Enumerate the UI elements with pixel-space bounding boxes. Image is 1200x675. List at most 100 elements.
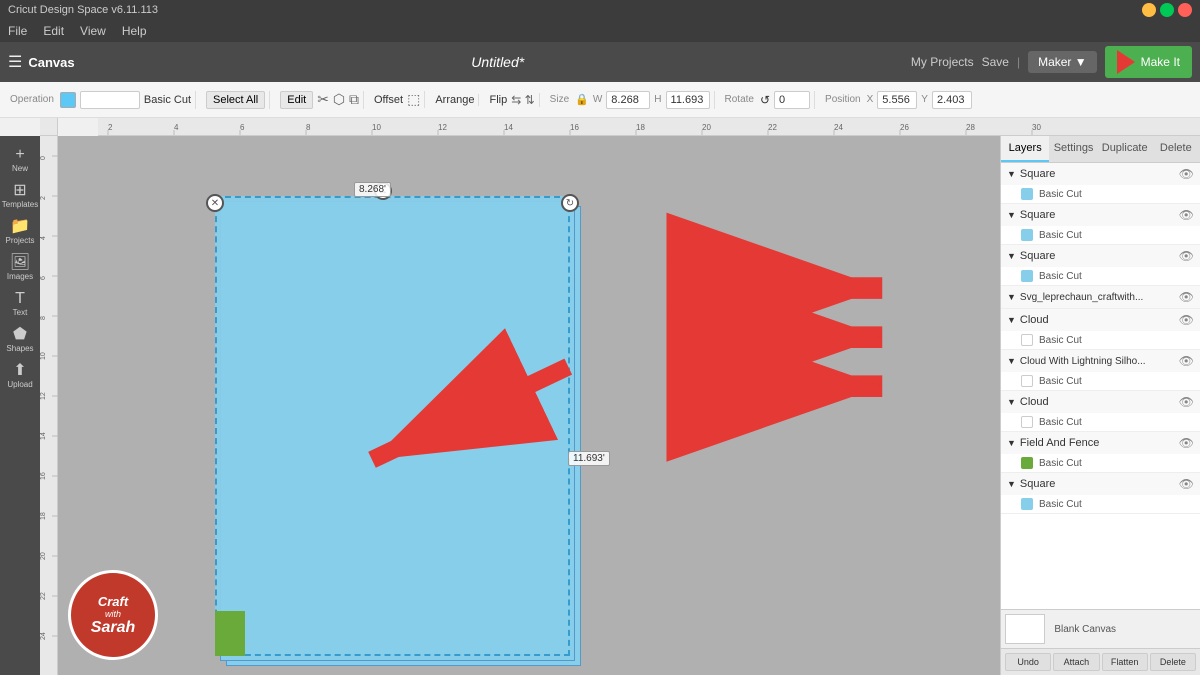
layer-arrow-4: ▼: [1007, 292, 1016, 302]
layer-header-9[interactable]: ▼ Square 👁: [1001, 473, 1200, 495]
menu-file[interactable]: File: [8, 24, 27, 38]
tab-layers[interactable]: Layers: [1001, 136, 1049, 162]
shapes-button[interactable]: ⬟ Shapes: [4, 324, 36, 356]
new-button[interactable]: + New: [4, 144, 36, 176]
layer-eye-3[interactable]: 👁: [1179, 249, 1194, 263]
close-button[interactable]: [1178, 3, 1192, 17]
position-label: Position: [825, 94, 861, 105]
flatten-button[interactable]: Flatten: [1102, 653, 1148, 671]
operation-input[interactable]: [80, 91, 140, 109]
color-swatch[interactable]: [60, 92, 76, 108]
svg-text:20: 20: [40, 552, 47, 560]
x-input[interactable]: [877, 91, 917, 109]
layer-item-name-1-1: Basic Cut: [1039, 189, 1082, 200]
my-projects-link[interactable]: My Projects: [911, 55, 974, 69]
layer-arrow-5: ▼: [1007, 315, 1016, 325]
images-button[interactable]: 🖼 Images: [4, 252, 36, 284]
templates-button[interactable]: ⊞ Templates: [4, 180, 36, 212]
maker-button[interactable]: Maker ▼: [1028, 51, 1097, 73]
svg-text:22: 22: [768, 123, 777, 132]
svg-text:12: 12: [438, 123, 447, 132]
layer-header-6[interactable]: ▼ Cloud With Lightning Silho... 👁: [1001, 350, 1200, 372]
menu-help[interactable]: Help: [122, 24, 147, 38]
layer-name-9: Square: [1020, 478, 1179, 490]
maximize-button[interactable]: [1160, 3, 1174, 17]
left-sidebar: + New ⊞ Templates 📁 Projects 🖼 Images T …: [0, 136, 40, 675]
tab-delete[interactable]: Delete: [1152, 136, 1200, 162]
menu-edit[interactable]: Edit: [43, 24, 64, 38]
svg-text:12: 12: [40, 392, 47, 400]
layer-item-5-1[interactable]: Basic Cut: [1001, 331, 1200, 349]
horizontal-ruler: 24681012141618202224262830: [98, 118, 1200, 136]
layer-item-9-1[interactable]: Basic Cut: [1001, 495, 1200, 513]
layer-arrow-7: ▼: [1007, 397, 1016, 407]
y-input[interactable]: [932, 91, 972, 109]
tab-settings[interactable]: Settings: [1049, 136, 1097, 162]
layer-item-6-1[interactable]: Basic Cut: [1001, 372, 1200, 390]
height-input[interactable]: [666, 91, 710, 109]
hamburger-icon[interactable]: ☰: [8, 52, 22, 72]
layer-item-8-1[interactable]: Basic Cut: [1001, 454, 1200, 472]
layer-eye-9[interactable]: 👁: [1179, 477, 1194, 491]
width-input[interactable]: [606, 91, 650, 109]
rotate-input[interactable]: [774, 91, 810, 109]
layer-color-9-1: [1021, 498, 1033, 510]
ruler-row: 24681012141618202224262830: [40, 118, 1200, 136]
layer-header-4[interactable]: ▼ Svg_leprechaun_craftwith... 👁: [1001, 286, 1200, 308]
layer-eye-6[interactable]: 👁: [1179, 354, 1194, 368]
canvas-content[interactable]: ✕ ↻ 🔒 ⤡ ↔ 8.268' 11.693': [58, 136, 1000, 675]
w-label: W: [593, 94, 602, 105]
menu-view[interactable]: View: [80, 24, 106, 38]
svg-text:24: 24: [40, 632, 47, 640]
layer-header-2[interactable]: ▼ Square 👁: [1001, 204, 1200, 226]
layer-item-1-1[interactable]: Basic Cut: [1001, 185, 1200, 203]
layer-header-7[interactable]: ▼ Cloud 👁: [1001, 391, 1200, 413]
layer-item-name-8-1: Basic Cut: [1039, 458, 1082, 469]
layer-eye-8[interactable]: 👁: [1179, 436, 1194, 450]
close-handle[interactable]: ✕: [206, 194, 224, 212]
delete-button[interactable]: Delete: [1150, 653, 1196, 671]
layer-group-3: ▼ Square 👁 Basic Cut: [1001, 245, 1200, 286]
make-it-button[interactable]: Make It: [1105, 46, 1192, 78]
layer-item-2-1[interactable]: Basic Cut: [1001, 226, 1200, 244]
watermark-line1: Craft: [98, 594, 128, 609]
edit-button[interactable]: Edit: [280, 91, 313, 109]
attach-button[interactable]: Attach: [1053, 653, 1099, 671]
layer-item-7-1[interactable]: Basic Cut: [1001, 413, 1200, 431]
layer-header-8[interactable]: ▼ Field And Fence 👁: [1001, 432, 1200, 454]
layer-arrow-1: ▼: [1007, 169, 1016, 179]
select-all-button[interactable]: Select All: [206, 91, 265, 109]
make-it-icon: [1117, 50, 1135, 74]
layer-header-3[interactable]: ▼ Square 👁: [1001, 245, 1200, 267]
right-panel: Layers Settings Duplicate Delete ▼ Squar…: [1000, 136, 1200, 675]
position-group: Position X Y: [821, 91, 976, 109]
panel-bottom: Blank Canvas: [1001, 609, 1200, 648]
text-button[interactable]: T Text: [4, 288, 36, 320]
green-rect[interactable]: [215, 611, 245, 656]
layer-item-name-7-1: Basic Cut: [1039, 417, 1082, 428]
layer-header-5[interactable]: ▼ Cloud 👁: [1001, 309, 1200, 331]
svg-text:14: 14: [504, 123, 513, 132]
layer-item-3-1[interactable]: Basic Cut: [1001, 267, 1200, 285]
layer-eye-1[interactable]: 👁: [1179, 167, 1194, 181]
save-button[interactable]: Save: [982, 55, 1009, 69]
layer-group-7: ▼ Cloud 👁 Basic Cut: [1001, 391, 1200, 432]
svg-text:2: 2: [108, 123, 113, 132]
canvas-square-3[interactable]: [215, 196, 570, 656]
layer-name-3: Square: [1020, 250, 1179, 262]
minimize-button[interactable]: [1142, 3, 1156, 17]
layer-arrow-3: ▼: [1007, 251, 1016, 261]
watermark-line2: with: [105, 609, 121, 619]
layer-eye-7[interactable]: 👁: [1179, 395, 1194, 409]
layer-eye-5[interactable]: 👁: [1179, 313, 1194, 327]
layer-eye-2[interactable]: 👁: [1179, 208, 1194, 222]
logo-area: ☰ Canvas: [8, 52, 75, 72]
layer-header-1[interactable]: ▼ Square 👁: [1001, 163, 1200, 185]
projects-button[interactable]: 📁 Projects: [4, 216, 36, 248]
layer-eye-4[interactable]: 👁: [1179, 290, 1194, 304]
tab-duplicate[interactable]: Duplicate: [1098, 136, 1152, 162]
undo-button[interactable]: Undo: [1005, 653, 1051, 671]
upload-button[interactable]: ⬆ Upload: [4, 360, 36, 392]
panel-footer-actions: Undo Attach Flatten Delete: [1001, 648, 1200, 675]
rotate-handle[interactable]: ↻: [561, 194, 579, 212]
